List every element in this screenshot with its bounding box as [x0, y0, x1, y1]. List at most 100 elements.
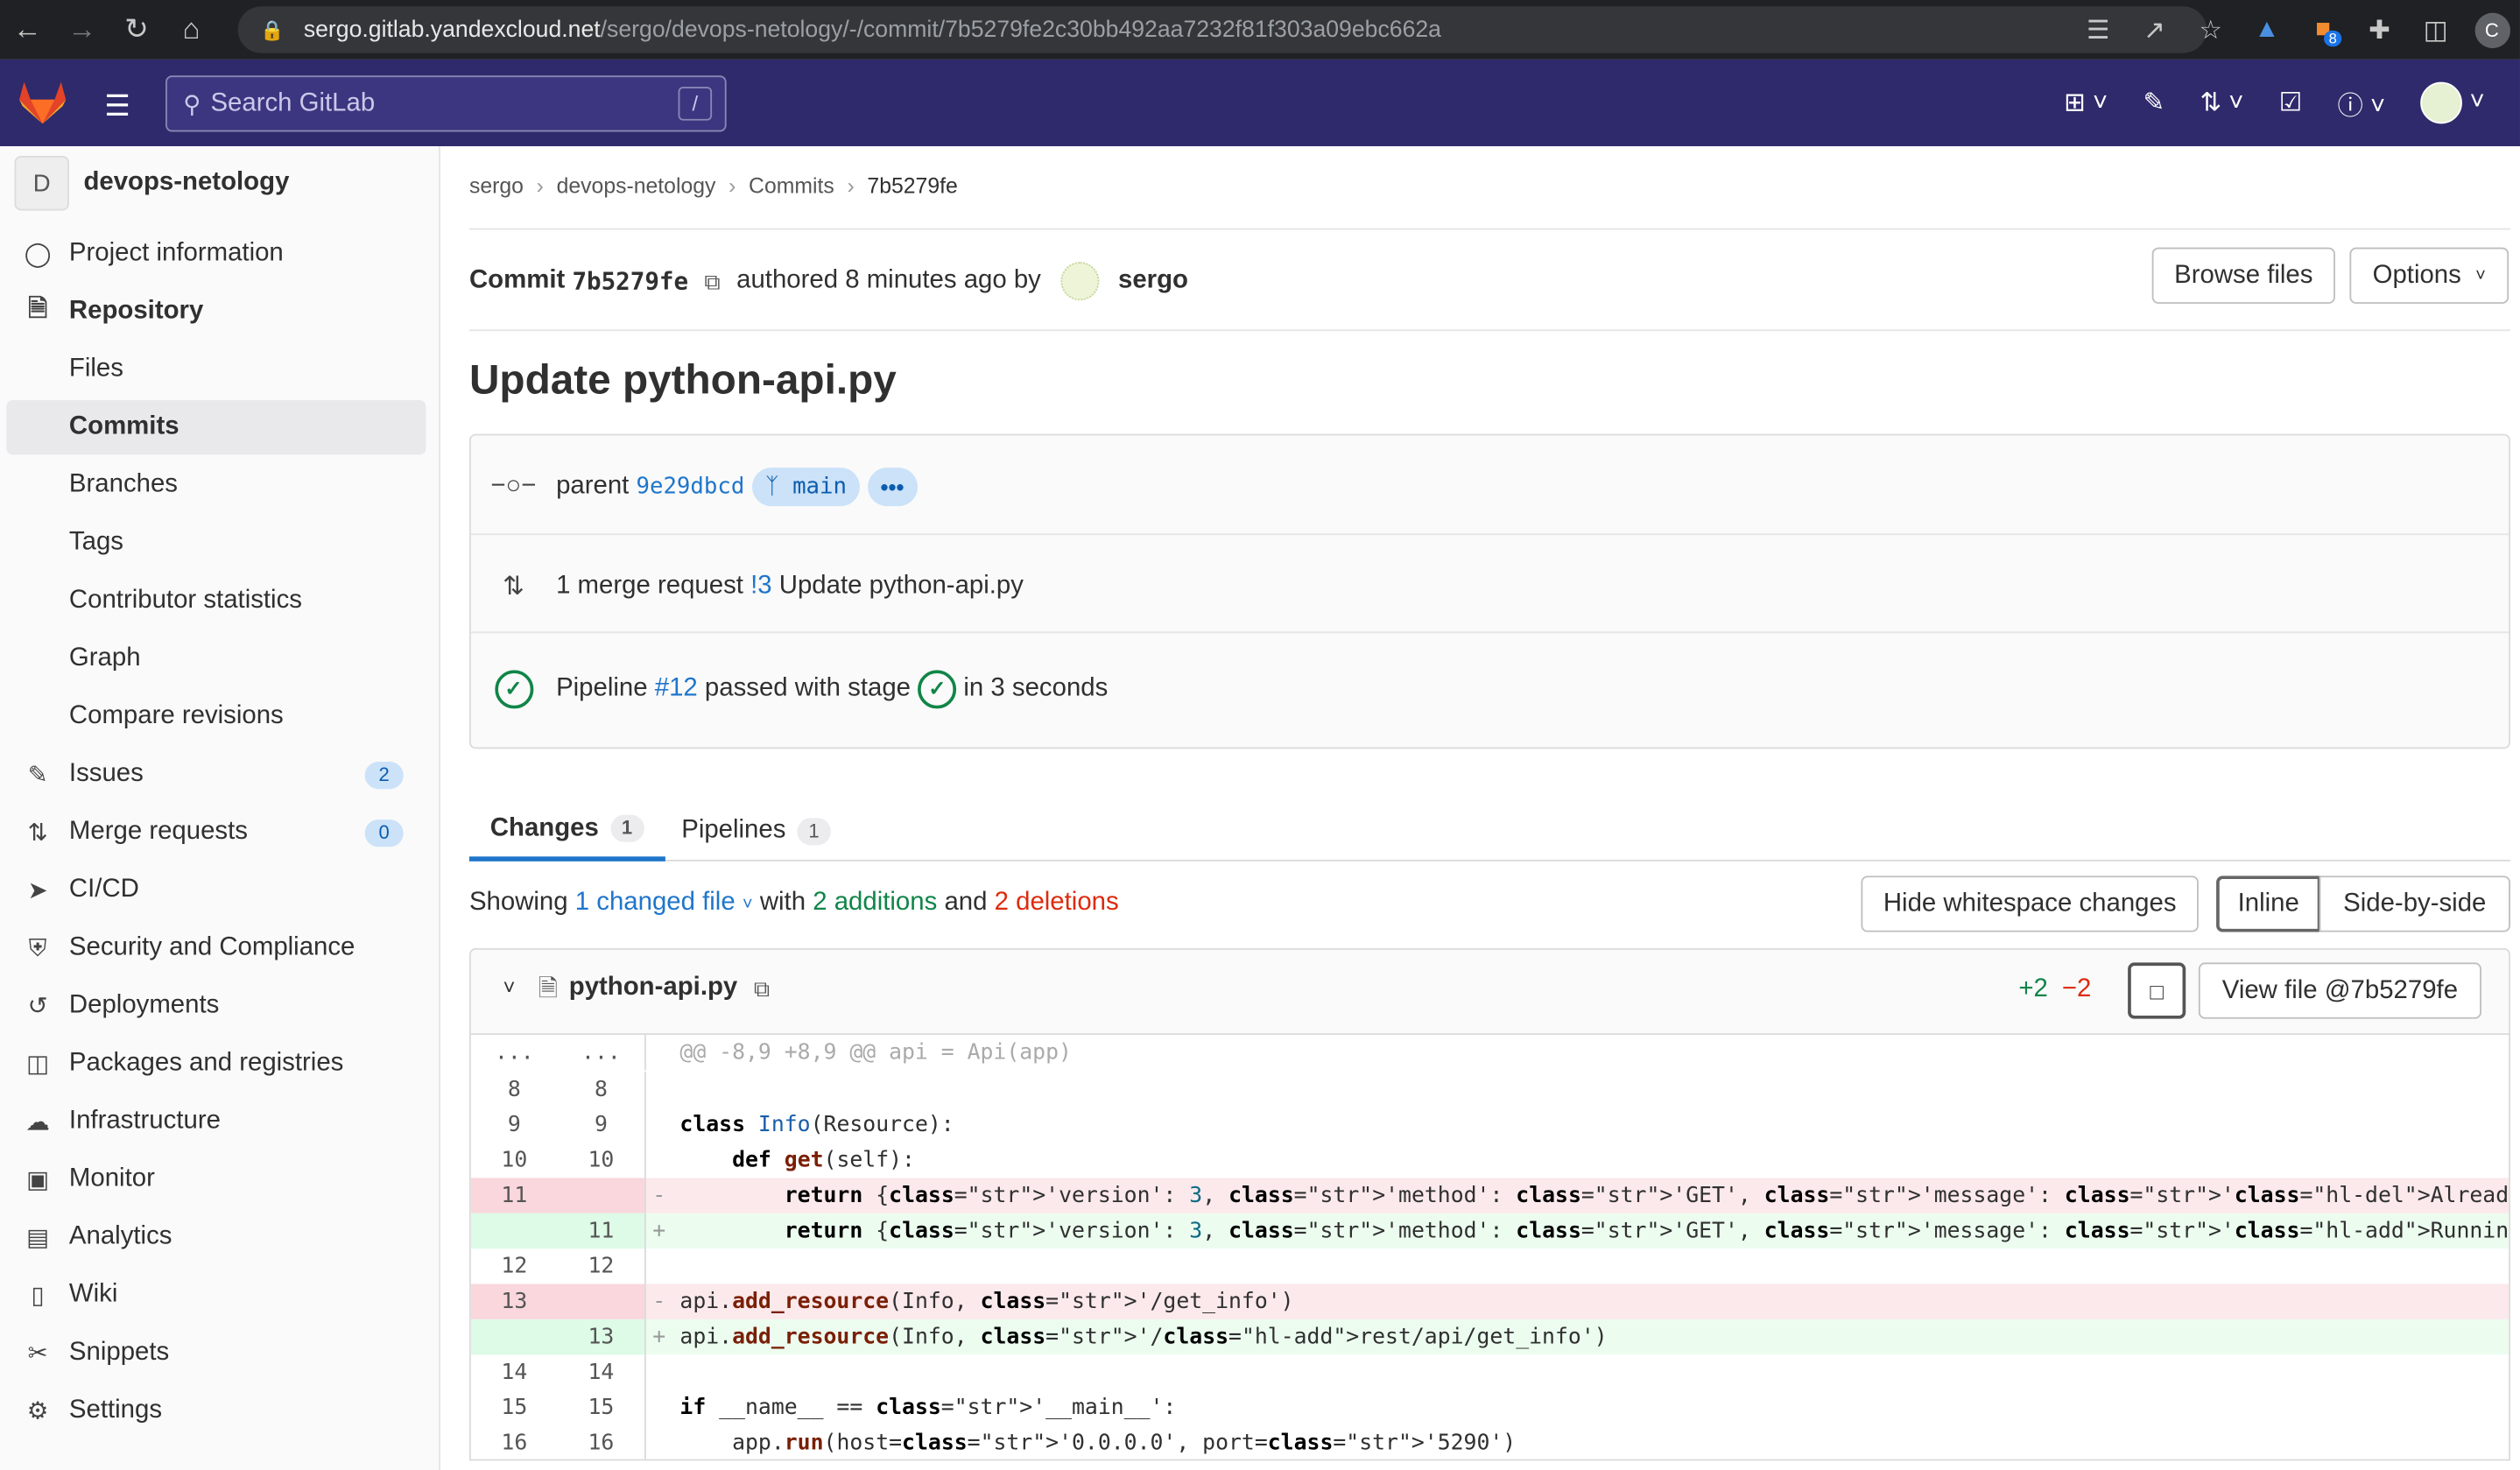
old-line-number[interactable]: 14	[471, 1354, 558, 1389]
old-line-number[interactable]: 9	[471, 1108, 558, 1143]
sidebar-item-merge-requests[interactable]: ⇅ Merge requests 0	[6, 805, 426, 860]
breadcrumb-item[interactable]: devops-netology	[557, 173, 716, 198]
browse-files-button[interactable]: Browse files	[2151, 247, 2335, 304]
sidebar-item-label: Files	[68, 355, 123, 383]
sidebar-item-files[interactable]: Files	[6, 342, 426, 397]
new-line-number[interactable]: 9	[558, 1108, 644, 1143]
puzzle-icon[interactable]: ✚	[2351, 14, 2407, 46]
project-header[interactable]: D devops-netology	[14, 156, 290, 211]
sidebar-item-security-and-compliance[interactable]: ⛨ Security and Compliance	[6, 921, 426, 975]
rss-extension-icon[interactable]: ■ 8	[2295, 15, 2351, 46]
stage-passed-icon[interactable]: ✓	[918, 670, 957, 709]
view-file-button[interactable]: View file @7b5279fe	[2198, 962, 2481, 1019]
sidebar-item-wiki[interactable]: ▯ Wiki	[6, 1268, 426, 1322]
new-line-number[interactable]	[557, 1284, 645, 1319]
branch-badge[interactable]: ᛉ main	[752, 468, 860, 507]
extension-icon[interactable]: ▲	[2239, 15, 2295, 44]
issues-nav-icon[interactable]: ✎	[2143, 87, 2165, 119]
share-icon[interactable]: ↗	[2126, 14, 2182, 46]
user-menu[interactable]: ˅	[2420, 81, 2485, 124]
more-refs-button[interactable]: •••	[867, 468, 918, 507]
sidebar-item-infrastructure[interactable]: ☁ Infrastructure	[6, 1094, 426, 1149]
tab-count: 1	[797, 817, 831, 845]
new-line-number[interactable]	[557, 1178, 645, 1213]
old-line-number[interactable]	[470, 1319, 558, 1355]
old-line-number[interactable]: 8	[471, 1072, 558, 1107]
inline-view-button[interactable]: Inline	[2216, 876, 2321, 932]
new-line-number[interactable]: ...	[558, 1035, 644, 1070]
new-line-number[interactable]: 10	[558, 1143, 644, 1178]
bookmark-star-icon[interactable]: ☆	[2183, 14, 2239, 46]
help-icon[interactable]: ⓘ ˅	[2337, 83, 2385, 122]
author-name[interactable]: sergo	[1118, 267, 1188, 296]
breadcrumb-item[interactable]: sergo	[469, 173, 524, 198]
old-line-number[interactable]: 10	[471, 1143, 558, 1178]
pipeline-passed-icon[interactable]: ✓	[494, 670, 533, 709]
side-by-side-button[interactable]: Side-by-side	[2319, 876, 2510, 932]
home-icon[interactable]: ⌂	[164, 13, 218, 47]
tab-pipelines[interactable]: Pipelines 1	[681, 800, 831, 862]
translate-icon[interactable]: ☰	[2070, 14, 2126, 46]
pipeline-duration: in 3 seconds	[963, 674, 1109, 703]
hide-whitespace-button[interactable]: Hide whitespace changes	[1861, 876, 2199, 932]
reload-icon[interactable]: ↻	[109, 13, 164, 47]
new-line-number[interactable]: 11	[557, 1213, 645, 1249]
author-avatar[interactable]	[1059, 262, 1099, 301]
collapse-chevron-icon[interactable]: ˅	[503, 975, 515, 1000]
sidebar-item-tags[interactable]: Tags	[6, 516, 426, 570]
sidebar-item-issues[interactable]: ✎ Issues 2	[6, 747, 426, 801]
sidebar-item-branches[interactable]: Branches	[6, 458, 426, 512]
divider	[470, 631, 2509, 634]
gitlab-logo-icon[interactable]	[19, 81, 67, 124]
profile-button[interactable]: C	[2464, 11, 2520, 48]
search-input[interactable]: ⚲ Search GitLab /	[165, 75, 727, 132]
new-line-number[interactable]: 15	[558, 1390, 644, 1425]
new-line-number[interactable]: 8	[558, 1072, 644, 1107]
old-line-number[interactable]: 12	[471, 1248, 558, 1284]
menu-icon[interactable]: ☰	[104, 90, 130, 124]
old-line-number[interactable]: 15	[471, 1390, 558, 1425]
changed-files-dropdown[interactable]: 1 changed file ˅	[575, 889, 753, 916]
sidebar-item-deployments[interactable]: ↺ Deployments	[6, 979, 426, 1033]
new-line-number[interactable]: 14	[558, 1354, 644, 1389]
todo-icon[interactable]: ☑	[2279, 87, 2302, 119]
breadcrumb-item[interactable]: Commits	[749, 173, 834, 198]
sidebar-item-snippets[interactable]: ✂ Snippets	[6, 1326, 426, 1380]
sidebar-item-project-information[interactable]: ◯ Project information	[6, 227, 426, 281]
merge-requests-nav-icon[interactable]: ⇅ ˅	[2200, 87, 2243, 119]
address-bar[interactable]: 🔒 sergo.gitlab.yandexcloud.net/sergo/dev…	[237, 6, 2207, 53]
merge-request-link[interactable]: !3	[750, 572, 771, 601]
old-line-number[interactable]: ...	[471, 1035, 558, 1070]
create-new-icon[interactable]: ⊞ ˅	[2064, 87, 2108, 119]
parent-sha-link[interactable]: 9e29dbcd	[637, 474, 745, 499]
old-line-number[interactable]	[470, 1213, 558, 1249]
old-line-number[interactable]: 16	[471, 1425, 558, 1459]
new-line-number[interactable]: 12	[558, 1248, 644, 1284]
sidebar-item-commits[interactable]: Commits	[6, 400, 426, 455]
breadcrumb-item[interactable]: 7b5279fe	[867, 173, 957, 198]
new-line-number[interactable]: 13	[557, 1319, 645, 1355]
sidebar-item-analytics[interactable]: ▤ Analytics	[6, 1210, 426, 1264]
forward-icon[interactable]: →	[54, 13, 109, 47]
sidebar-item-graph[interactable]: Graph	[6, 631, 426, 686]
sidebar-item-settings[interactable]: ⚙ Settings	[6, 1383, 426, 1438]
issues-icon: ✎	[27, 762, 48, 790]
options-dropdown[interactable]: Options ˅	[2349, 247, 2509, 304]
sidebar-item-compare-revisions[interactable]: Compare revisions	[6, 689, 426, 743]
new-line-number[interactable]: 16	[558, 1425, 644, 1459]
sidebar-item-repository[interactable]: 🗎 Repository	[6, 285, 426, 339]
diff-filename[interactable]: python-api.py	[569, 974, 738, 1002]
old-line-number[interactable]: 11	[470, 1178, 558, 1213]
sidebar-item-monitor[interactable]: ▣ Monitor	[6, 1152, 426, 1206]
side-panel-icon[interactable]: ◫	[2408, 14, 2464, 46]
sidebar-item-ci-cd[interactable]: ➤ CI/CD	[6, 863, 426, 918]
sidebar-item-packages-and-registries[interactable]: ◫ Packages and registries	[6, 1037, 426, 1091]
back-icon[interactable]: ←	[0, 13, 54, 47]
sidebar-item-contributor-statistics[interactable]: Contributor statistics	[6, 573, 426, 628]
comment-button[interactable]: □	[2128, 962, 2186, 1019]
tab-changes[interactable]: Changes 1	[468, 800, 665, 862]
old-line-number[interactable]: 13	[470, 1284, 558, 1319]
copy-path-icon[interactable]: ⧉	[754, 975, 770, 1002]
pipeline-link[interactable]: #12	[655, 675, 698, 704]
copy-sha-icon[interactable]: ⧉	[704, 268, 720, 295]
